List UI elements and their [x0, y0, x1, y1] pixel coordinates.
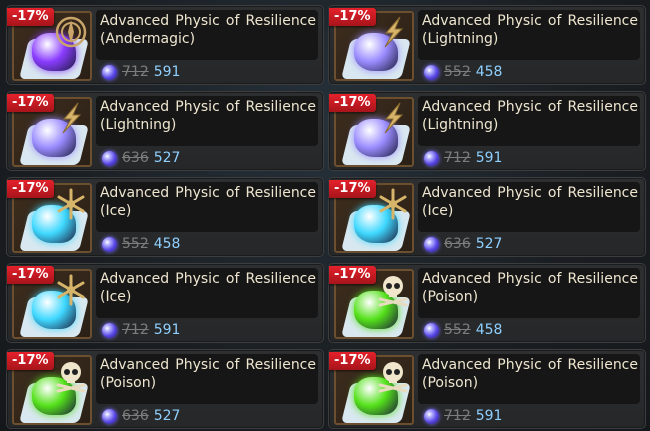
currency-orb-icon: [424, 64, 439, 80]
title-box: Advanced Physic of Resilience (Lightning…: [96, 96, 318, 146]
discount-badge: -17%: [7, 266, 54, 284]
item-title: Advanced Physic of Resilience (Lightning…: [422, 13, 638, 47]
discount-badge: -17%: [329, 266, 376, 284]
new-price: 458: [475, 64, 503, 80]
old-price: 712: [444, 150, 471, 166]
item-card[interactable]: -17% Advanced Physic of Resilience (Ande…: [6, 5, 324, 85]
item-title: Advanced Physic of Resilience (Lightning…: [422, 99, 638, 133]
lightning-icon: [384, 16, 404, 48]
currency-orb-icon: [424, 322, 439, 338]
snowflake-icon: [57, 274, 85, 306]
currency-orb-icon: [102, 64, 117, 80]
title-box: Advanced Physic of Resilience (Ice): [418, 182, 640, 232]
old-price: 712: [122, 322, 149, 338]
item-card[interactable]: -17% Advanced Physic of Resilience (Ice)…: [6, 177, 324, 257]
currency-orb-icon: [424, 150, 439, 166]
item-title: Advanced Physic of Resilience (Ice): [100, 185, 316, 219]
old-price: 712: [444, 408, 471, 424]
skull-icon: [56, 362, 86, 393]
item-card[interactable]: -17% Advanced Physic of Resilience (Pois…: [6, 349, 324, 429]
item-card[interactable]: -17% Advanced Physic of Resilience (Ice)…: [328, 177, 646, 257]
title-box: Advanced Physic of Resilience (Lightning…: [418, 96, 640, 146]
item-title: Advanced Physic of Resilience (Lightning…: [100, 99, 316, 133]
price-row: 712 591: [102, 320, 180, 340]
discount-badge: -17%: [7, 180, 54, 198]
item-card[interactable]: -17% Advanced Physic of Resilience (Ligh…: [328, 5, 646, 85]
skull-icon: [378, 362, 408, 393]
title-box: Advanced Physic of Resilience (Poison): [418, 354, 640, 404]
new-price: 591: [153, 64, 181, 80]
currency-orb-icon: [102, 408, 117, 424]
new-price: 591: [475, 150, 503, 166]
new-price: 527: [153, 150, 181, 166]
title-box: Advanced Physic of Resilience (Andermagi…: [96, 10, 318, 60]
item-title: Advanced Physic of Resilience (Andermagi…: [100, 13, 316, 47]
item-title: Advanced Physic of Resilience (Poison): [422, 271, 638, 305]
item-card[interactable]: -17% Advanced Physic of Resilience (Pois…: [328, 349, 646, 429]
andermagic-icon: [55, 16, 87, 48]
price-row: 552 458: [424, 320, 502, 340]
new-price: 458: [153, 236, 181, 252]
discount-badge: -17%: [329, 8, 376, 26]
discount-badge: -17%: [7, 94, 54, 112]
item-card[interactable]: -17% Advanced Physic of Resilience (Ligh…: [6, 91, 324, 171]
old-price: 552: [444, 322, 471, 338]
currency-orb-icon: [102, 236, 117, 252]
discount-badge: -17%: [329, 94, 376, 112]
new-price: 527: [153, 408, 181, 424]
skull-icon: [378, 276, 408, 307]
title-box: Advanced Physic of Resilience (Ice): [96, 182, 318, 232]
price-row: 712 591: [424, 406, 502, 426]
title-box: Advanced Physic of Resilience (Ice): [96, 268, 318, 318]
price-row: 552 458: [424, 62, 502, 82]
shop-grid: -17% Advanced Physic of Resilience (Ande…: [0, 0, 650, 431]
discount-badge: -17%: [7, 8, 54, 26]
item-card[interactable]: -17% Advanced Physic of Resilience (Ligh…: [328, 91, 646, 171]
old-price: 552: [122, 236, 149, 252]
discount-badge: -17%: [329, 352, 376, 370]
currency-orb-icon: [424, 236, 439, 252]
item-title: Advanced Physic of Resilience (Poison): [422, 357, 638, 391]
old-price: 552: [444, 64, 471, 80]
title-box: Advanced Physic of Resilience (Poison): [418, 268, 640, 318]
old-price: 712: [122, 64, 149, 80]
price-row: 636 527: [102, 406, 180, 426]
item-card[interactable]: -17% Advanced Physic of Resilience (Pois…: [328, 263, 646, 343]
discount-badge: -17%: [329, 180, 376, 198]
new-price: 591: [153, 322, 181, 338]
item-card[interactable]: -17% Advanced Physic of Resilience (Ice)…: [6, 263, 324, 343]
currency-orb-icon: [424, 408, 439, 424]
old-price: 636: [444, 236, 471, 252]
currency-orb-icon: [102, 322, 117, 338]
new-price: 591: [475, 408, 503, 424]
old-price: 636: [122, 408, 149, 424]
currency-orb-icon: [102, 150, 117, 166]
lightning-icon: [384, 102, 404, 134]
snowflake-icon: [379, 188, 407, 220]
new-price: 527: [475, 236, 503, 252]
snowflake-icon: [57, 188, 85, 220]
title-box: Advanced Physic of Resilience (Poison): [96, 354, 318, 404]
item-title: Advanced Physic of Resilience (Poison): [100, 357, 316, 391]
new-price: 458: [475, 322, 503, 338]
lightning-icon: [62, 102, 82, 134]
price-row: 552 458: [102, 234, 180, 254]
title-box: Advanced Physic of Resilience (Lightning…: [418, 10, 640, 60]
price-row: 636 527: [424, 234, 502, 254]
price-row: 712 591: [102, 62, 180, 82]
item-title: Advanced Physic of Resilience (Ice): [422, 185, 638, 219]
item-title: Advanced Physic of Resilience (Ice): [100, 271, 316, 305]
old-price: 636: [122, 150, 149, 166]
price-row: 712 591: [424, 148, 502, 168]
price-row: 636 527: [102, 148, 180, 168]
discount-badge: -17%: [7, 352, 54, 370]
